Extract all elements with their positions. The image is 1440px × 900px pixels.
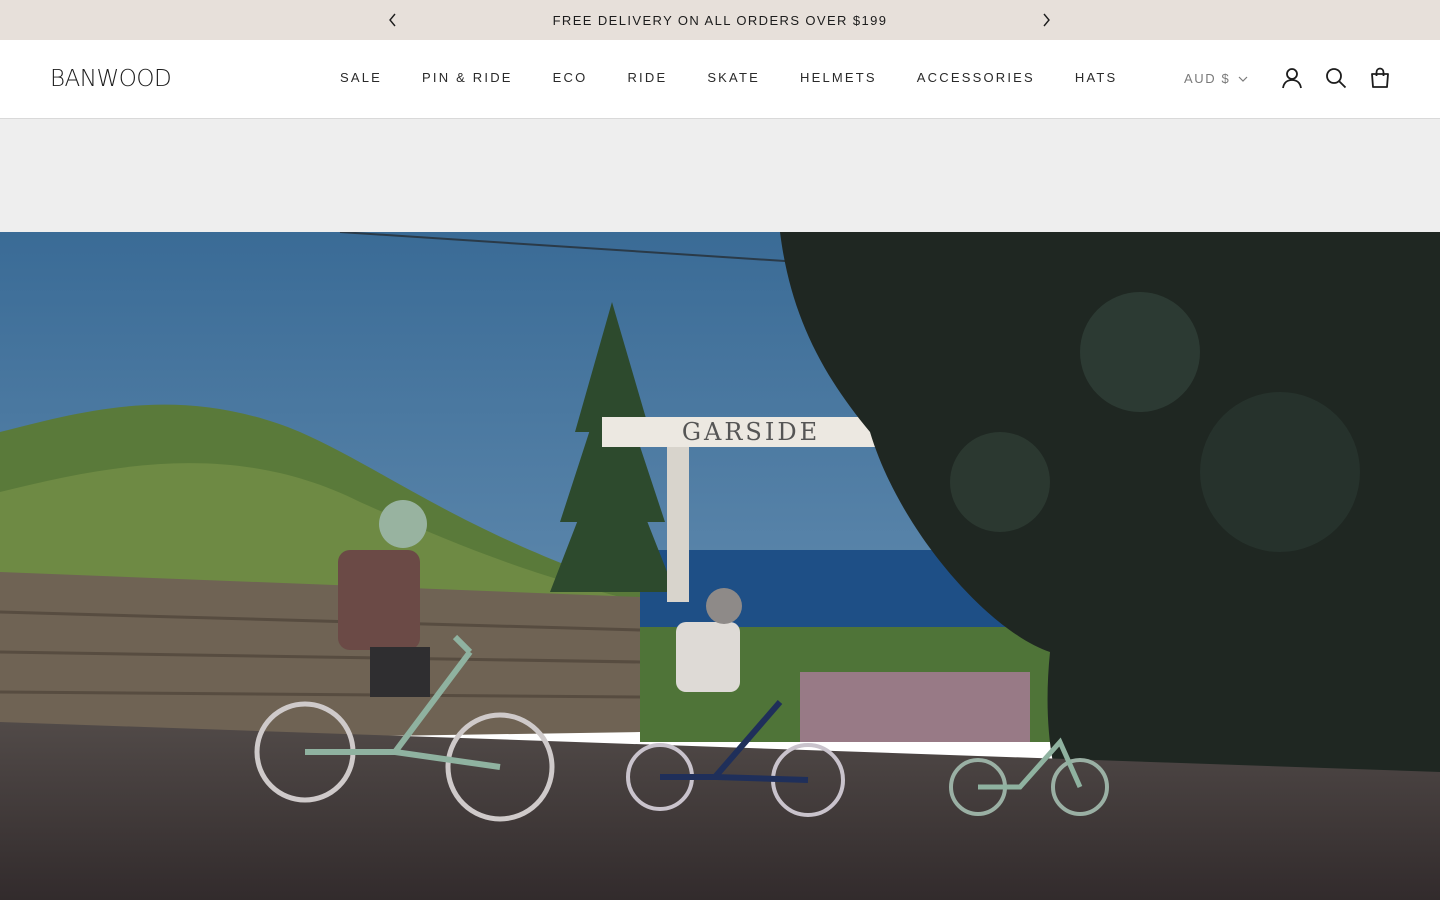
content-placeholder [0, 119, 1440, 232]
search-button[interactable] [1325, 67, 1347, 89]
nav-item-ride[interactable]: RIDE [627, 70, 667, 85]
announcement-text: FREE DELIVERY ON ALL ORDERS OVER $199 [552, 12, 888, 28]
currency-selector[interactable]: AUD $ [1184, 71, 1248, 86]
hero-image[interactable]: GARSIDE [0, 232, 1440, 900]
chevron-down-icon [1238, 76, 1248, 82]
announcement-bar: FREE DELIVERY ON ALL ORDERS OVER $199 [0, 0, 1440, 40]
account-icon [1282, 68, 1302, 89]
hero-illustration: GARSIDE [0, 232, 1440, 900]
cart-button[interactable] [1369, 67, 1391, 89]
site-header: BANWOOD SALE PIN & RIDE ECO RIDE SKATE H… [0, 40, 1440, 119]
search-icon [1326, 68, 1347, 89]
site-logo[interactable]: BANWOOD [50, 66, 172, 92]
hero-sign-text: GARSIDE [682, 418, 820, 446]
cart-icon [1371, 67, 1389, 88]
nav-item-eco[interactable]: ECO [553, 70, 588, 85]
nav-item-sale[interactable]: SALE [340, 70, 382, 85]
nav-item-helmets[interactable]: HELMETS [800, 70, 877, 85]
nav-item-accessories[interactable]: ACCESSORIES [917, 70, 1035, 85]
announcement-prev-button[interactable] [383, 10, 403, 30]
chevron-left-icon [389, 13, 396, 27]
announcement-next-button[interactable] [1036, 10, 1056, 30]
nav-item-skate[interactable]: SKATE [707, 70, 760, 85]
chevron-right-icon [1043, 13, 1050, 27]
nav-item-hats[interactable]: HATS [1075, 70, 1118, 85]
currency-label: AUD $ [1184, 71, 1231, 86]
nav-item-pin-and-ride[interactable]: PIN & RIDE [422, 70, 513, 85]
account-button[interactable] [1281, 67, 1303, 89]
main-nav: SALE PIN & RIDE ECO RIDE SKATE HELMETS A… [340, 70, 1117, 85]
